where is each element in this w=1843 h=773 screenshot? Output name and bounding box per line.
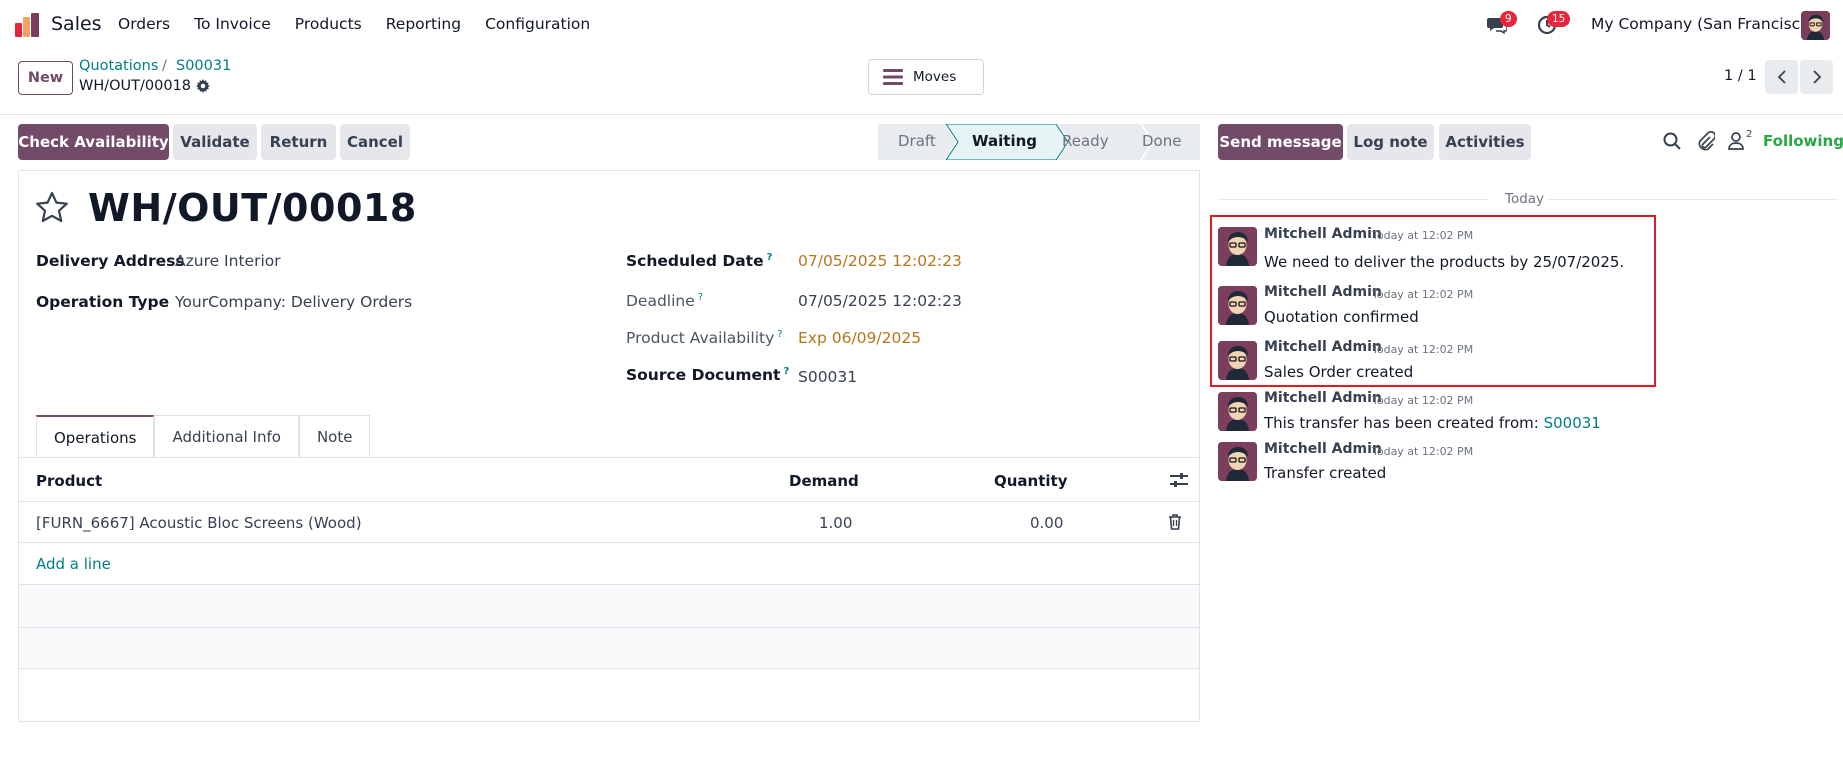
avatar-face-icon [1218,392,1257,431]
top-navbar: Sales Orders To Invoice Products Reporti… [0,0,1843,50]
status-ready[interactable]: Ready [1062,132,1109,150]
return-button[interactable]: Return [261,124,336,160]
message-body: Transfer created [1264,464,1387,482]
new-button[interactable]: New [18,61,73,95]
delivery-address-label: Delivery Address [36,252,185,270]
star-icon[interactable] [34,190,70,226]
empty-row [19,585,1199,627]
send-message-button[interactable]: Send message [1218,124,1343,160]
menu-to-invoice[interactable]: To Invoice [194,15,271,33]
menu-products[interactable]: Products [295,15,362,33]
source-document-field[interactable]: S00031 [798,368,857,386]
row-product[interactable]: [FURN_6667] Acoustic Bloc Screens (Wood) [36,514,362,532]
chevron-right-icon [1812,70,1821,84]
empty-row [19,628,1199,668]
avatar-face-icon [1218,442,1257,481]
pager-next-button[interactable] [1800,60,1833,94]
app-name[interactable]: Sales [51,13,102,35]
column-product[interactable]: Product [36,472,102,490]
message-time: Today at 12:02 PM [1372,445,1474,458]
status-waiting[interactable]: Waiting [972,132,1037,150]
main-menu: Orders To Invoice Products Reporting Con… [118,15,614,33]
scheduled-date-label: Scheduled Date? [626,252,773,270]
menu-reporting[interactable]: Reporting [386,15,461,33]
add-line-link[interactable]: Add a line [36,555,111,573]
product-availability-label: Product Availability? [626,329,783,347]
record-title: WH/OUT/00018 [88,186,417,230]
search-icon[interactable] [1663,132,1681,150]
highlight-box [1210,215,1656,387]
table-row-divider [18,542,1200,543]
pager-previous-button[interactable] [1765,60,1798,94]
column-demand[interactable]: Demand [789,472,859,490]
tab-note[interactable]: Note [298,415,371,458]
table-header-divider [18,501,1200,502]
help-icon[interactable]: ? [783,366,789,377]
date-divider-left [1218,199,1488,200]
cancel-button[interactable]: Cancel [340,124,410,160]
user-avatar-face-icon [1801,11,1830,40]
paperclip-icon[interactable] [1697,131,1715,151]
tab-operations[interactable]: Operations [36,415,155,458]
menu-orders[interactable]: Orders [118,15,170,33]
gear-icon[interactable] [196,79,210,93]
trash-icon[interactable] [1168,514,1182,530]
moves-smart-button[interactable]: Moves [868,59,984,95]
list-icon [883,69,903,85]
check-availability-button[interactable]: Check Availability [18,124,169,160]
notebook-tabs: Operations Additional Info Note [36,415,371,458]
sales-app-icon[interactable] [15,13,41,37]
date-divider-right [1548,199,1838,200]
message-body: This transfer has been created from: S00… [1264,414,1601,432]
status-draft[interactable]: Draft [898,132,936,150]
operation-type-field[interactable]: YourCompany: Delivery Orders [175,293,412,311]
deadline-field[interactable]: 07/05/2025 12:02:23 [798,292,962,310]
message-source-link[interactable]: S00031 [1544,414,1601,432]
help-icon[interactable]: ? [777,329,782,340]
moves-label: Moves [913,69,957,85]
user-avatar[interactable] [1801,11,1830,40]
breadcrumb-order[interactable]: S00031 [176,58,231,74]
deadline-label: Deadline? [626,292,704,310]
delivery-address-field[interactable]: Azure Interior [175,252,281,270]
followers-count: 2 [1746,129,1753,140]
followers-icon[interactable] [1728,132,1744,150]
messages-badge: 9 [1500,11,1517,27]
row-demand[interactable]: 1.00 [819,514,852,532]
breadcrumb-separator: / [162,58,167,74]
menu-configuration[interactable]: Configuration [485,15,590,33]
help-icon[interactable]: ? [698,292,703,303]
activities-button[interactable]: Activities [1439,124,1531,160]
column-quantity[interactable]: Quantity [994,472,1068,490]
message-author[interactable]: Mitchell Admin [1264,390,1382,406]
date-separator: Today [1505,191,1545,207]
help-icon[interactable]: ? [767,252,773,263]
message-author[interactable]: Mitchell Admin [1264,441,1382,457]
column-settings-icon[interactable] [1170,472,1188,488]
log-note-button[interactable]: Log note [1347,124,1434,160]
scheduled-date-field[interactable]: 07/05/2025 12:02:23 [798,252,962,270]
company-switcher[interactable]: My Company (San Francisco) [1591,15,1816,33]
activities-badge: 15 [1547,11,1571,27]
following-button[interactable]: Following [1763,132,1843,150]
tab-divider [18,457,1200,458]
message-time: Today at 12:02 PM [1372,394,1474,407]
source-document-label: Source Document? [626,366,790,384]
row-quantity[interactable]: 0.00 [1030,514,1063,532]
message-avatar[interactable] [1218,392,1257,431]
table-row-divider [18,668,1200,669]
operation-type-label: Operation Type [36,293,170,311]
product-availability-field: Exp 06/09/2025 [798,329,922,347]
message-avatar[interactable] [1218,442,1257,481]
validate-button[interactable]: Validate [173,124,257,160]
tab-additional-info[interactable]: Additional Info [154,415,299,458]
status-done[interactable]: Done [1142,132,1181,150]
chevron-left-icon [1777,70,1786,84]
breadcrumb-current-record: WH/OUT/00018 [79,78,192,94]
pager-value[interactable]: 1 / 1 [1724,68,1757,84]
breadcrumb-quotations[interactable]: Quotations [79,58,158,74]
